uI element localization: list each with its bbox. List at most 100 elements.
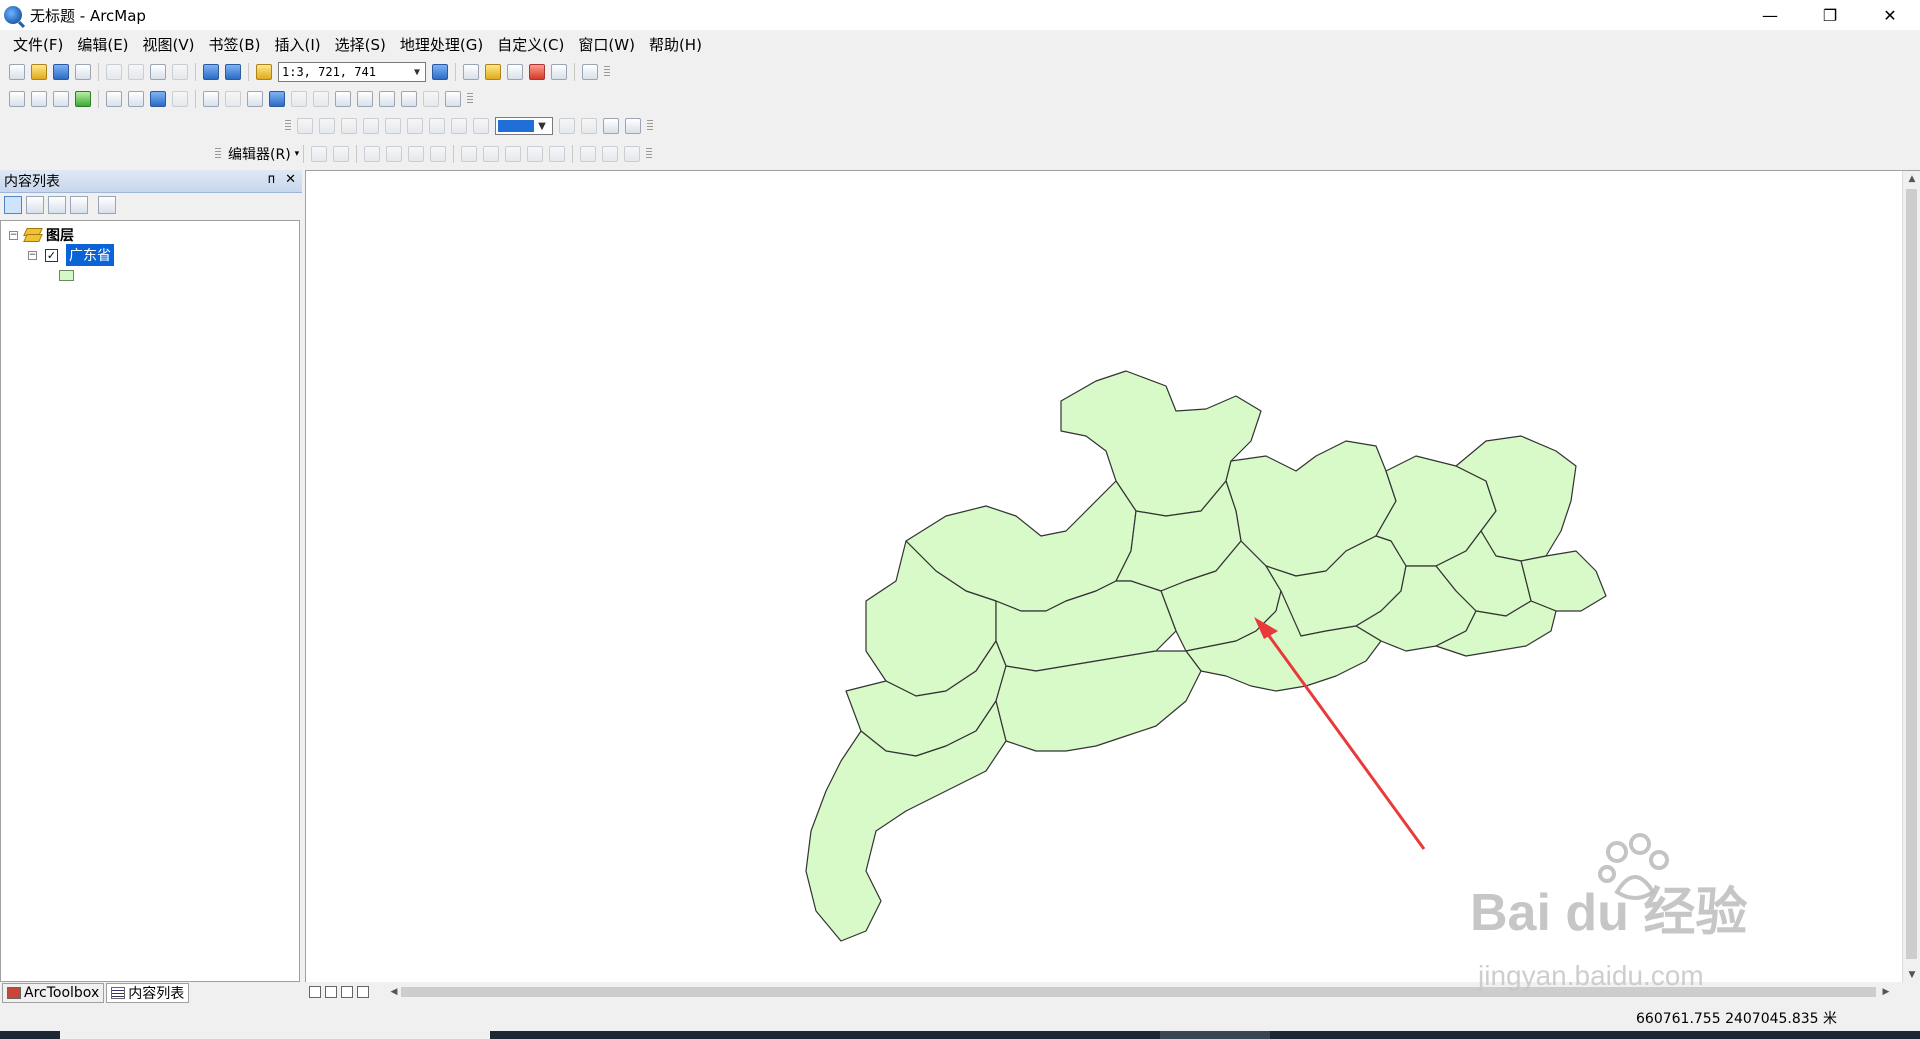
add-data-icon[interactable]	[256, 64, 272, 80]
save-icon[interactable]	[53, 64, 69, 80]
zoom-out-icon[interactable]	[31, 91, 47, 107]
go-back-extent-icon[interactable]	[451, 118, 467, 134]
zoom-100-icon[interactable]	[385, 118, 401, 134]
point-icon[interactable]	[430, 146, 447, 162]
data-view-icon[interactable]	[309, 986, 321, 998]
layout-zoom-out-icon[interactable]	[319, 118, 335, 134]
go-forward-extent-icon[interactable]	[473, 118, 489, 134]
new-document-icon[interactable]	[9, 64, 25, 80]
python-window-icon[interactable]	[551, 64, 567, 80]
layer-name[interactable]: 广东省	[66, 244, 114, 266]
open-folder-icon[interactable]	[31, 64, 47, 80]
tab-table-of-contents[interactable]: 内容列表	[106, 983, 190, 1003]
arctoolbox-icon[interactable]	[529, 64, 545, 80]
identify-info-icon[interactable]	[269, 91, 285, 107]
split-tool-icon[interactable]	[527, 146, 544, 162]
menu-selection[interactable]: 选择(S)	[328, 32, 393, 57]
straight-segment-icon[interactable]	[364, 146, 381, 162]
select-features-icon[interactable]	[203, 91, 219, 107]
refresh-icon[interactable]	[341, 986, 353, 998]
menu-file[interactable]: 文件(F)	[6, 32, 70, 57]
menu-bookmarks[interactable]: 书签(B)	[202, 32, 268, 57]
toolbar-grip[interactable]	[285, 120, 291, 132]
close-icon[interactable]: ✕	[285, 172, 296, 187]
map-scale-combo[interactable]: 1:3, 721, 741 ▼	[278, 62, 426, 82]
collapse-toggle-icon[interactable]: −	[28, 250, 37, 260]
full-extent-globe-icon[interactable]	[75, 91, 91, 107]
find-binoculars-icon[interactable]	[357, 91, 373, 107]
data-driven-pages-icon[interactable]	[625, 118, 641, 134]
focus-data-frame-icon[interactable]	[581, 118, 597, 134]
chevron-down-icon[interactable]: ▼	[409, 67, 425, 78]
table-of-contents-icon[interactable]	[463, 64, 479, 80]
color-dropdown[interactable]: ▼	[495, 117, 553, 135]
tab-arctoolbox[interactable]: ArcToolbox	[2, 983, 105, 1003]
menu-windows[interactable]: 窗口(W)	[571, 32, 642, 57]
pin-icon[interactable]: ᴨ	[268, 172, 275, 187]
measure-icon[interactable]	[335, 91, 351, 107]
time-slider-icon[interactable]	[423, 91, 439, 107]
chevron-down-icon[interactable]: ▾	[295, 149, 300, 159]
layout-zoom-in-icon[interactable]	[297, 118, 313, 134]
paste-icon[interactable]	[150, 64, 166, 80]
layers-group-row[interactable]: − 图层	[9, 225, 74, 245]
cut-polygons-icon[interactable]	[505, 146, 522, 162]
toc-options-icon[interactable]	[98, 196, 116, 214]
toolbar-grip[interactable]	[646, 148, 653, 160]
fixed-zoom-out-icon[interactable]	[128, 91, 144, 107]
layer-symbol-row[interactable]	[59, 265, 74, 285]
hyperlink-icon[interactable]	[291, 91, 307, 107]
copy-icon[interactable]	[128, 64, 144, 80]
restore-button[interactable]: ❐	[1800, 0, 1860, 30]
zoom-whole-page-icon[interactable]	[363, 118, 379, 134]
vertical-scroll-thumb[interactable]	[1906, 189, 1917, 959]
pan-hand-icon[interactable]	[53, 91, 69, 107]
close-button[interactable]: ✕	[1860, 0, 1920, 30]
menu-edit[interactable]: 编辑(E)	[70, 32, 135, 57]
cut-icon[interactable]	[106, 64, 122, 80]
edit-tool-icon[interactable]	[311, 146, 328, 162]
map-display[interactable]: ▲ ▼	[305, 170, 1920, 983]
search-window-icon[interactable]	[507, 64, 523, 80]
create-features-icon[interactable]	[624, 146, 641, 162]
pause-drawing-icon[interactable]	[357, 986, 369, 998]
back-arrow-icon[interactable]	[150, 91, 166, 107]
toolbar-grip[interactable]	[604, 66, 610, 78]
chevron-down-icon[interactable]: ▼	[534, 121, 550, 132]
modelbuilder-icon[interactable]	[582, 64, 598, 80]
attributes-icon[interactable]	[580, 146, 597, 162]
layer-visibility-checkbox[interactable]: ✓	[45, 248, 58, 262]
zoom-in-icon[interactable]	[9, 91, 25, 107]
menu-geoprocessing[interactable]: 地理处理(G)	[393, 32, 490, 57]
print-icon[interactable]	[75, 64, 91, 80]
create-viewer-window-icon[interactable]	[445, 91, 461, 107]
scroll-right-icon[interactable]: ▶	[1877, 984, 1895, 1000]
trace-icon[interactable]	[408, 146, 425, 162]
html-popup-icon[interactable]	[313, 91, 329, 107]
menu-customize[interactable]: 自定义(C)	[490, 32, 571, 57]
menu-insert[interactable]: 插入(I)	[268, 32, 328, 57]
minimize-button[interactable]: —	[1740, 0, 1800, 30]
collapse-toggle-icon[interactable]: −	[9, 230, 18, 240]
guangdong-polygons[interactable]	[805, 370, 1607, 942]
rotate-tool-icon[interactable]	[549, 146, 566, 162]
delete-icon[interactable]	[172, 64, 188, 80]
edit-vertices-icon[interactable]	[461, 146, 478, 162]
change-layout-icon[interactable]	[603, 118, 619, 134]
menu-help[interactable]: 帮助(H)	[642, 32, 709, 57]
vertical-scrollbar[interactable]: ▲ ▼	[1902, 171, 1920, 983]
layout-pan-icon[interactable]	[341, 118, 357, 134]
fixed-zoom-out-layout-icon[interactable]	[429, 118, 445, 134]
scroll-up-icon[interactable]: ▲	[1903, 171, 1920, 187]
list-by-visibility-icon[interactable]	[48, 196, 66, 214]
editor-toolbar-icon[interactable]	[432, 64, 448, 80]
sketch-properties-icon[interactable]	[602, 146, 619, 162]
toolbar-grip[interactable]	[467, 93, 473, 105]
layout-view-icon[interactable]	[325, 986, 337, 998]
polygon-symbol-swatch[interactable]	[59, 269, 74, 281]
list-by-selection-icon[interactable]	[70, 196, 88, 214]
toolbar-grip[interactable]	[647, 120, 653, 132]
goto-xy-icon[interactable]	[401, 91, 417, 107]
fixed-zoom-in-layout-icon[interactable]	[407, 118, 423, 134]
toggle-draft-mode-icon[interactable]	[559, 118, 575, 134]
